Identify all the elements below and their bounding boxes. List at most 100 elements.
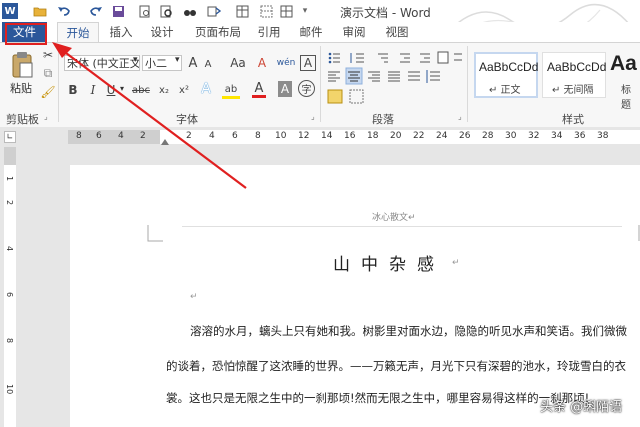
font-name-combo[interactable]: 宋体 (中文正文) — [64, 55, 140, 71]
shrink-font-button[interactable]: A — [202, 57, 214, 71]
ruler-number: 30 — [505, 131, 517, 141]
enclose-char-button[interactable]: 字 — [298, 80, 315, 97]
vruler-number: 1 — [5, 176, 14, 182]
numbering-icon[interactable] — [350, 53, 364, 63]
subscript-button[interactable]: x₂ — [156, 82, 172, 98]
sort-icon[interactable] — [454, 53, 462, 61]
undo-icon[interactable] — [56, 3, 72, 19]
tab-references[interactable]: 引用 — [252, 24, 286, 40]
char-shading-button[interactable]: A — [278, 81, 292, 97]
text-effects-button[interactable]: A — [198, 80, 214, 98]
tab-review[interactable]: 审阅 — [337, 24, 371, 40]
underline-dropdown-icon[interactable]: ▾ — [120, 84, 124, 93]
grow-font-button[interactable]: A — [186, 55, 200, 71]
font-group-label: 字体 — [176, 113, 198, 126]
styles-group-label: 样式 — [562, 113, 584, 126]
table-icon[interactable] — [234, 3, 250, 19]
vertical-ruler-margin — [4, 147, 16, 165]
borders-icon[interactable] — [349, 89, 364, 104]
bold-button[interactable]: B — [66, 82, 80, 98]
tab-mailings[interactable]: 邮件 — [294, 24, 328, 40]
style-no-spacing-label: ↵ 无间隔 — [552, 85, 594, 96]
indent-marker-icon[interactable] — [161, 139, 169, 145]
align-right-icon[interactable] — [368, 71, 380, 82]
vruler-number: 4 — [5, 246, 14, 252]
multilevel-list-icon[interactable] — [378, 53, 388, 63]
justify-icon[interactable] — [388, 71, 400, 82]
align-center-icon[interactable] — [345, 67, 363, 85]
clipboard-launcher-icon[interactable]: ⌟ — [44, 112, 48, 121]
document-title: 山中杂感 — [333, 255, 445, 275]
chinese-layout-icon[interactable] — [437, 51, 449, 64]
replace-icon[interactable] — [182, 3, 198, 19]
char-border-button[interactable]: A — [300, 55, 316, 71]
line-spacing-icon[interactable] — [426, 70, 440, 83]
find-icon[interactable] — [158, 3, 174, 19]
body-line: 裳。这也只是无限之生中的一刹那顷!然而无限之生中，哪里容易得这样的一刹那顷! — [166, 391, 590, 405]
bullets-icon[interactable] — [328, 52, 340, 64]
decrease-indent-icon[interactable] — [400, 53, 410, 63]
word-logo-icon[interactable]: W — [2, 3, 18, 19]
tab-insert[interactable]: 插入 — [104, 24, 138, 40]
ruler-number: 36 — [574, 131, 586, 141]
tab-home[interactable]: 开始 — [57, 22, 99, 44]
paste-button[interactable]: 粘贴 — [10, 80, 32, 96]
font-launcher-icon[interactable]: ⌟ — [311, 112, 315, 121]
annotation-highlight-box — [5, 23, 47, 45]
ruler-number: 2 — [140, 131, 146, 141]
tab-page-layout[interactable]: 页面布局 — [189, 24, 247, 40]
document-page[interactable] — [70, 165, 640, 427]
group-separator — [467, 46, 468, 122]
watermark: 头条 @蝌陌语 — [540, 400, 623, 415]
change-case-button[interactable]: Aa — [228, 55, 248, 71]
ruler-number: 8 — [255, 131, 261, 141]
clear-format-button[interactable]: A — [254, 55, 270, 71]
align-left-icon[interactable] — [328, 71, 340, 82]
body-line: 溶溶的水月，螭头上只有她和我。树影里对面水边，隐隐的听见水声和笑语。我们微微 — [190, 324, 627, 338]
style-no-spacing-sample: AaBbCcDd — [547, 60, 607, 74]
ruler-number: 6 — [96, 131, 102, 141]
superscript-button[interactable]: x² — [176, 82, 192, 98]
increase-indent-icon[interactable] — [420, 53, 430, 63]
tab-selector-icon[interactable]: ∟ — [4, 131, 16, 143]
font-color-button[interactable]: A — [252, 81, 266, 98]
ruler-number: 32 — [528, 131, 540, 141]
ruler-number: 12 — [298, 131, 310, 141]
format-painter-icon[interactable] — [206, 3, 222, 19]
border-icon[interactable] — [258, 3, 274, 19]
ruler-number: 4 — [118, 131, 124, 141]
ruler-number: 34 — [551, 131, 563, 141]
qat-dropdown-icon[interactable]: ▾ — [298, 3, 312, 19]
ruler-number: 20 — [390, 131, 402, 141]
paragraph-launcher-icon[interactable]: ⌟ — [458, 112, 462, 121]
open-folder-icon[interactable] — [32, 3, 48, 19]
save-icon[interactable] — [110, 3, 126, 19]
highlight-button[interactable]: ab — [222, 82, 240, 99]
italic-button[interactable]: I — [86, 82, 100, 98]
ruler-number: 16 — [344, 131, 356, 141]
copy-icon[interactable]: ⧉ — [40, 66, 56, 80]
tab-view[interactable]: 视图 — [380, 24, 414, 40]
style-normal-label: ↵ 正文 — [489, 85, 521, 96]
redo-icon[interactable] — [88, 3, 104, 19]
vruler-number: 8 — [5, 338, 14, 344]
print-preview-icon[interactable] — [136, 3, 152, 19]
document-header: 冰心散文↵ — [372, 213, 416, 223]
vruler-number: 6 — [5, 292, 14, 298]
font-size-dropdown-icon[interactable]: ▾ — [175, 55, 180, 65]
customize-icon[interactable] — [278, 3, 294, 19]
distribute-icon[interactable] — [408, 71, 420, 81]
ruler-number: 6 — [232, 131, 238, 141]
paste-icon[interactable] — [8, 50, 36, 80]
strikethrough-button[interactable]: abc — [130, 82, 152, 98]
font-name-dropdown-icon[interactable]: ▾ — [133, 55, 138, 65]
format-paint-icon[interactable]: 🖌 — [40, 85, 56, 99]
phonetic-guide-button[interactable]: wén — [277, 55, 296, 71]
style-heading-sample: Aa — [610, 52, 637, 75]
tab-design[interactable]: 设计 — [145, 24, 179, 40]
vruler-number: 2 — [5, 200, 14, 206]
shading-icon[interactable] — [327, 89, 343, 104]
cut-icon[interactable]: ✂ — [40, 48, 56, 62]
underline-button[interactable]: U — [104, 82, 118, 98]
style-heading-label: 标题 — [621, 85, 631, 111]
